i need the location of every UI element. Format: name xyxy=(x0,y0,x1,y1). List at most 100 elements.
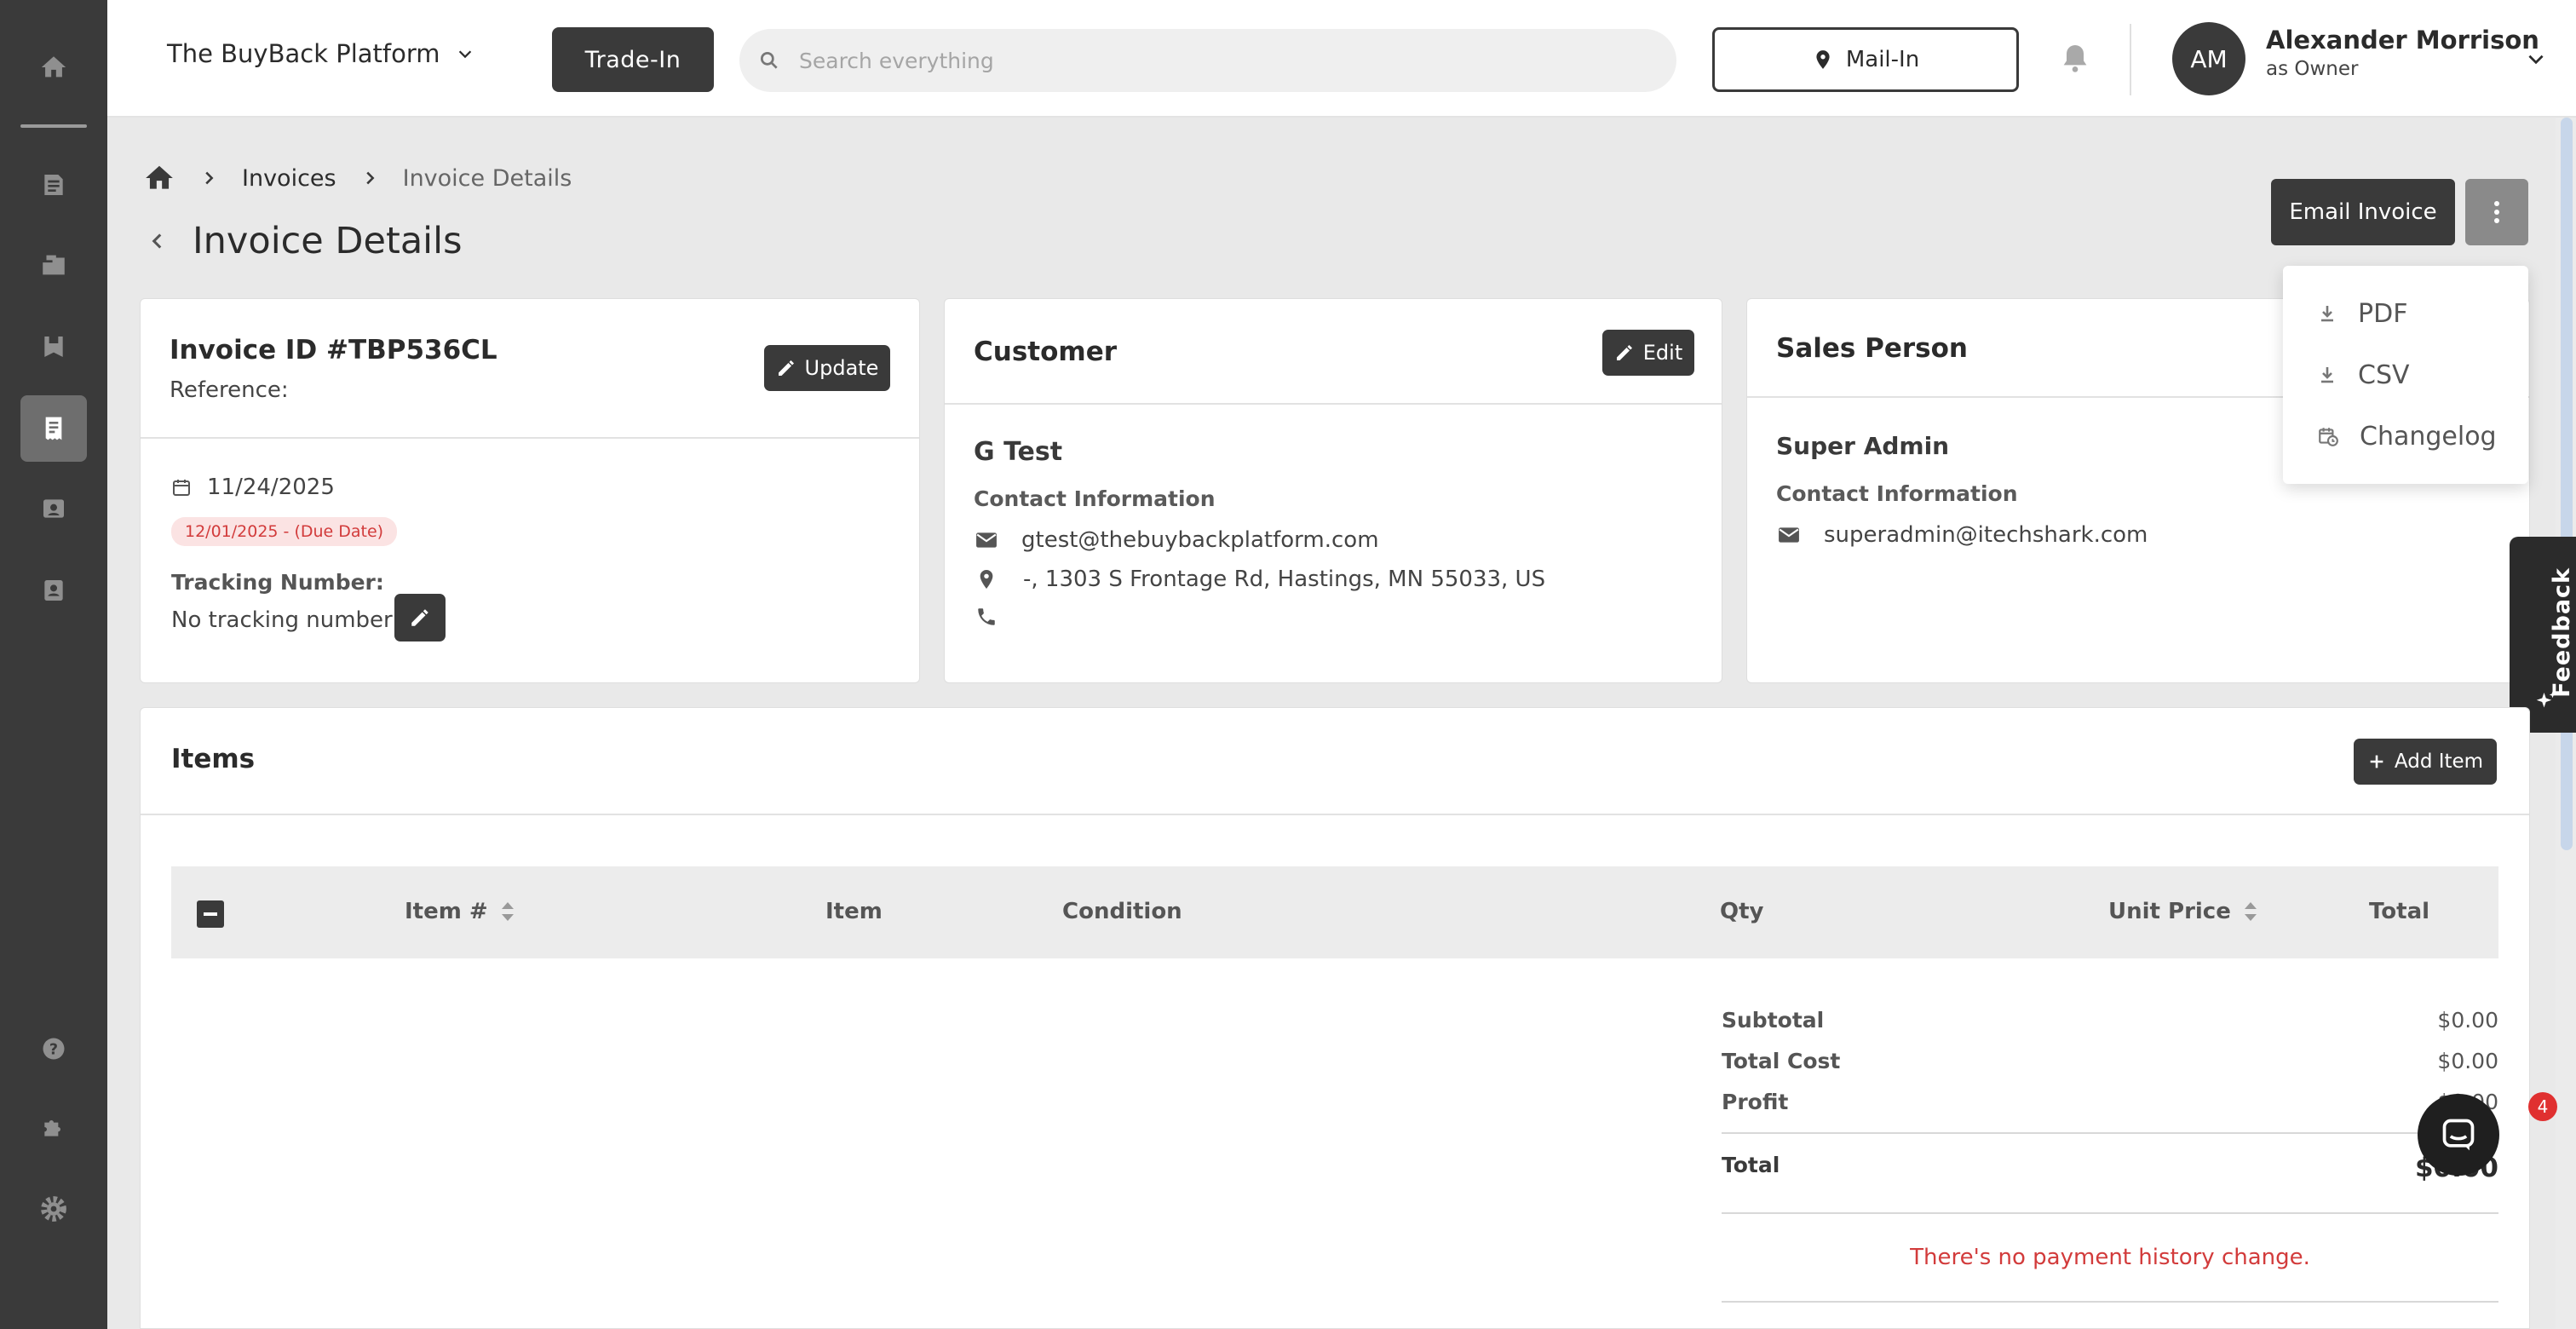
search-input[interactable] xyxy=(799,48,1566,73)
sidebar-item-invoices[interactable] xyxy=(20,395,87,462)
menu-item-csv[interactable]: CSV xyxy=(2283,344,2528,406)
pencil-icon xyxy=(1616,345,1632,360)
platform-name: The BuyBack Platform xyxy=(167,39,440,68)
breadcrumb-invoices[interactable]: Invoices xyxy=(242,165,336,192)
chat-launcher-button[interactable] xyxy=(2418,1094,2499,1176)
invoice-card: Invoice ID #TBP536CL Reference: Update 1… xyxy=(140,298,920,683)
customer-email[interactable]: gtest@thebuybackplatform.com xyxy=(1021,527,1379,553)
sidebar-divider xyxy=(20,124,87,128)
customer-address: -, 1303 S Frontage Rd, Hastings, MN 5503… xyxy=(1023,567,1546,592)
avatar[interactable]: AM xyxy=(2172,22,2245,95)
breadcrumb-current: Invoice Details xyxy=(402,164,572,192)
mail-in-button[interactable]: Mail-In xyxy=(1712,27,2019,92)
payment-history-message: There's no payment history change. xyxy=(1910,1245,2310,1270)
select-all-checkbox[interactable] xyxy=(197,900,224,928)
column-label: Unit Price xyxy=(2108,899,2231,924)
sidebar-item-help[interactable]: ? xyxy=(20,1015,87,1082)
column-label: Condition xyxy=(1062,899,1182,924)
sidebar-item-documents[interactable] xyxy=(20,152,87,218)
customer-card: Customer Edit G Test Contact Information… xyxy=(944,298,1722,683)
column-item-number[interactable]: Item # xyxy=(405,899,515,924)
subtotal-row: Subtotal $0.00 xyxy=(1722,1008,2498,1033)
download-icon xyxy=(2321,306,2333,322)
chevron-right-icon xyxy=(205,171,214,185)
menu-item-pdf[interactable]: PDF xyxy=(2283,283,2528,344)
customer-address-row: -, 1303 S Frontage Rd, Hastings, MN 5503… xyxy=(977,567,1545,592)
add-item-label: Add Item xyxy=(2394,751,2484,773)
home-icon xyxy=(41,56,66,78)
edit-customer-button[interactable]: Edit xyxy=(1602,330,1694,376)
items-panel: Items Add Item Item # Item Condition Qty… xyxy=(140,707,2530,1329)
sort-icon xyxy=(2244,902,2257,921)
svg-text:?: ? xyxy=(49,1041,58,1058)
sidebar-item-settings[interactable] xyxy=(20,1176,87,1242)
summary-divider xyxy=(1722,1212,2498,1214)
mail-in-label: Mail-In xyxy=(1845,47,1920,72)
sidebar-item-inventory[interactable] xyxy=(20,232,87,298)
items-table-header: Item # Item Condition Qty Unit Price Tot… xyxy=(171,866,2498,958)
sales-contact-label: Contact Information xyxy=(1776,481,2018,506)
location-pin-icon xyxy=(1816,50,1830,69)
customer-email-row: gtest@thebuybackplatform.com xyxy=(975,527,1379,553)
calendar-icon xyxy=(173,480,190,496)
email-invoice-button[interactable]: Email Invoice xyxy=(2271,179,2455,245)
sidebar-item-home[interactable] xyxy=(20,34,87,101)
more-options-button[interactable] xyxy=(2465,179,2528,245)
search-icon xyxy=(760,51,778,69)
user-menu-toggle[interactable] xyxy=(2525,48,2547,73)
sidebar-item-contacts[interactable] xyxy=(20,557,87,624)
menu-item-changelog[interactable]: Changelog xyxy=(2283,406,2528,467)
update-label: Update xyxy=(804,356,879,380)
calendar-clock-icon xyxy=(2319,428,2338,446)
column-unit-price[interactable]: Unit Price xyxy=(2108,899,2258,924)
mail-icon xyxy=(976,532,997,548)
profit-label: Profit xyxy=(1722,1090,1789,1114)
subtotal-value: $0.00 xyxy=(2437,1008,2498,1033)
sidebar-item-archive[interactable] xyxy=(20,475,87,542)
column-label: Qty xyxy=(1720,899,1764,924)
feedback-tab[interactable]: Feedback xyxy=(2510,537,2576,733)
update-button[interactable]: Update xyxy=(764,345,890,391)
home-icon[interactable] xyxy=(143,162,175,194)
platform-switcher[interactable]: The BuyBack Platform xyxy=(167,39,474,68)
items-title: Items xyxy=(171,744,256,774)
invoice-icon xyxy=(45,417,62,440)
reference-label: Reference: xyxy=(170,377,289,403)
search-bar[interactable] xyxy=(739,29,1676,92)
chevron-right-icon xyxy=(365,171,375,185)
archive-icon xyxy=(43,499,64,518)
more-vertical-icon xyxy=(2494,201,2499,223)
download-icon xyxy=(2321,367,2333,383)
page-title: Invoice Details xyxy=(193,220,463,262)
total-row: Total $0.00 xyxy=(1722,1153,2498,1183)
edit-tracking-button[interactable] xyxy=(394,594,446,641)
feedback-label: Feedback xyxy=(2549,567,2575,698)
sales-email[interactable]: superadmin@itechshark.com xyxy=(1824,522,2148,548)
chevron-down-icon xyxy=(2528,55,2544,65)
trade-in-button[interactable]: Trade-In xyxy=(552,27,714,92)
user-name[interactable]: Alexander Morrison xyxy=(2266,26,2539,55)
scrollbar-thumb[interactable] xyxy=(2561,118,2573,850)
menu-item-label: PDF xyxy=(2358,298,2408,329)
tracking-value: No tracking number xyxy=(171,607,393,633)
menu-item-label: Changelog xyxy=(2360,421,2497,452)
total-cost-value: $0.00 xyxy=(2437,1049,2498,1073)
save-icon xyxy=(44,337,63,357)
sparkle-icon xyxy=(2536,691,2556,708)
back-chevron-icon[interactable] xyxy=(147,230,169,252)
customer-name: G Test xyxy=(974,437,1063,467)
sidebar: ? xyxy=(0,0,107,1329)
contacts-icon xyxy=(44,580,63,601)
pencil-icon xyxy=(411,609,428,626)
column-qty: Qty xyxy=(1720,899,1763,924)
title-row: Invoice Details xyxy=(147,220,462,262)
sidebar-item-integrations[interactable] xyxy=(20,1094,87,1160)
customer-phone-row xyxy=(975,606,1021,628)
chevron-down-icon xyxy=(458,50,471,59)
sidebar-item-storage[interactable] xyxy=(20,314,87,380)
notifications-button[interactable] xyxy=(2058,39,2092,80)
column-label: Total xyxy=(2369,899,2430,924)
tracking-label: Tracking Number: xyxy=(171,570,384,595)
plus-icon xyxy=(2370,755,2383,768)
add-item-button[interactable]: Add Item xyxy=(2354,739,2497,785)
